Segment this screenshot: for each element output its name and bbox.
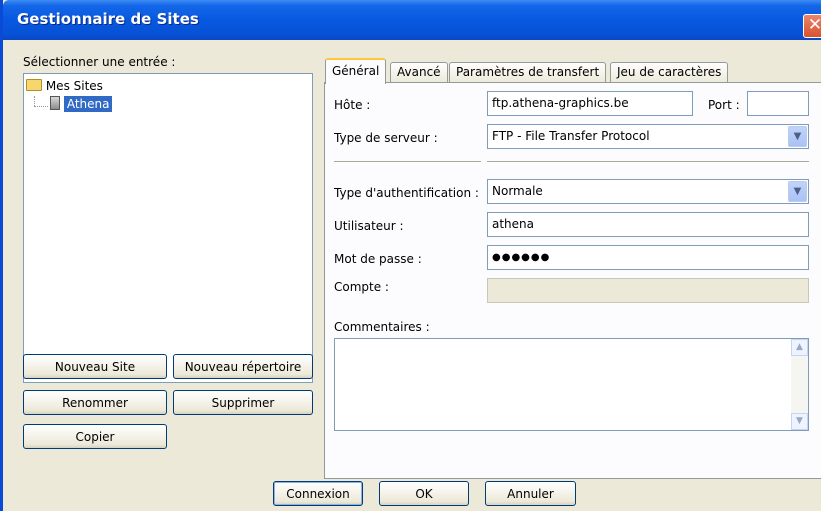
server-type-label: Type de serveur : — [334, 131, 438, 145]
site-tree[interactable]: Mes Sites Athena — [23, 73, 313, 383]
title-bar[interactable]: Gestionnaire de Sites — [3, 0, 821, 40]
port-input[interactable] — [747, 91, 809, 116]
scroll-down-icon[interactable]: ▼ — [791, 413, 808, 430]
auth-type-value: Normale — [492, 184, 543, 198]
tree-item-athena[interactable]: Athena — [50, 96, 113, 112]
delete-button[interactable]: Supprimer — [173, 390, 313, 415]
dropdown-arrow-icon[interactable]: ▼ — [788, 181, 807, 202]
server-icon — [50, 96, 60, 110]
dropdown-arrow-icon[interactable]: ▼ — [788, 126, 807, 147]
copy-button[interactable]: Copier — [23, 424, 167, 449]
tree-line — [34, 96, 35, 106]
tree-item-label: Mes Sites — [45, 79, 103, 93]
folder-icon — [26, 79, 42, 91]
separator-left — [334, 161, 481, 163]
window-title: Gestionnaire de Sites — [17, 10, 199, 28]
rename-button[interactable]: Renommer — [23, 390, 167, 415]
tab-general[interactable]: Général — [325, 58, 387, 84]
select-entry-label: Sélectionner une entrée : — [23, 55, 176, 69]
comments-label: Commentaires : — [334, 320, 430, 334]
server-type-select[interactable]: FTP - File Transfer Protocol ▼ — [487, 124, 809, 149]
tree-line — [34, 106, 48, 107]
scroll-up-icon[interactable]: ▲ — [791, 339, 808, 356]
tree-item-label: Athena — [63, 96, 113, 112]
close-icon: ✕ — [807, 15, 821, 35]
tab-charset[interactable]: Jeu de caractères — [610, 62, 729, 83]
new-folder-button[interactable]: Nouveau répertoire — [173, 354, 313, 379]
account-label: Compte : — [334, 280, 389, 294]
tab-advanced[interactable]: Avancé — [390, 62, 448, 83]
password-label: Mot de passe : — [334, 252, 422, 266]
host-input[interactable]: ftp.athena-graphics.be — [487, 91, 693, 116]
dialog-body: Sélectionner une entrée : Mes Sites Athe… — [6, 40, 821, 511]
cancel-button[interactable]: Annuler — [485, 481, 576, 506]
separator-right — [487, 161, 809, 163]
comments-scrollbar[interactable]: ▲ ▼ — [791, 339, 808, 430]
tree-item-mes-sites[interactable]: Mes Sites — [26, 79, 103, 93]
user-label: Utilisateur : — [334, 219, 404, 233]
site-manager-window: Gestionnaire de Sites ✕ Sélectionner une… — [0, 0, 821, 511]
tab-transfer-settings[interactable]: Paramètres de transfert — [449, 62, 607, 83]
auth-type-select[interactable]: Normale ▼ — [487, 179, 809, 204]
host-label: Hôte : — [334, 98, 371, 112]
auth-type-label: Type d'authentification : — [334, 186, 479, 200]
connect-button[interactable]: Connexion — [273, 481, 363, 506]
password-input[interactable]: ●●●●●● — [487, 245, 809, 270]
user-input[interactable]: athena — [487, 212, 809, 237]
account-input — [487, 278, 809, 303]
ok-button[interactable]: OK — [379, 481, 469, 506]
comments-textarea[interactable]: ▲ ▼ — [334, 338, 809, 431]
server-type-value: FTP - File Transfer Protocol — [492, 129, 650, 143]
close-button[interactable]: ✕ — [803, 14, 821, 38]
port-label: Port : — [708, 98, 740, 112]
new-site-button[interactable]: Nouveau Site — [23, 354, 167, 379]
